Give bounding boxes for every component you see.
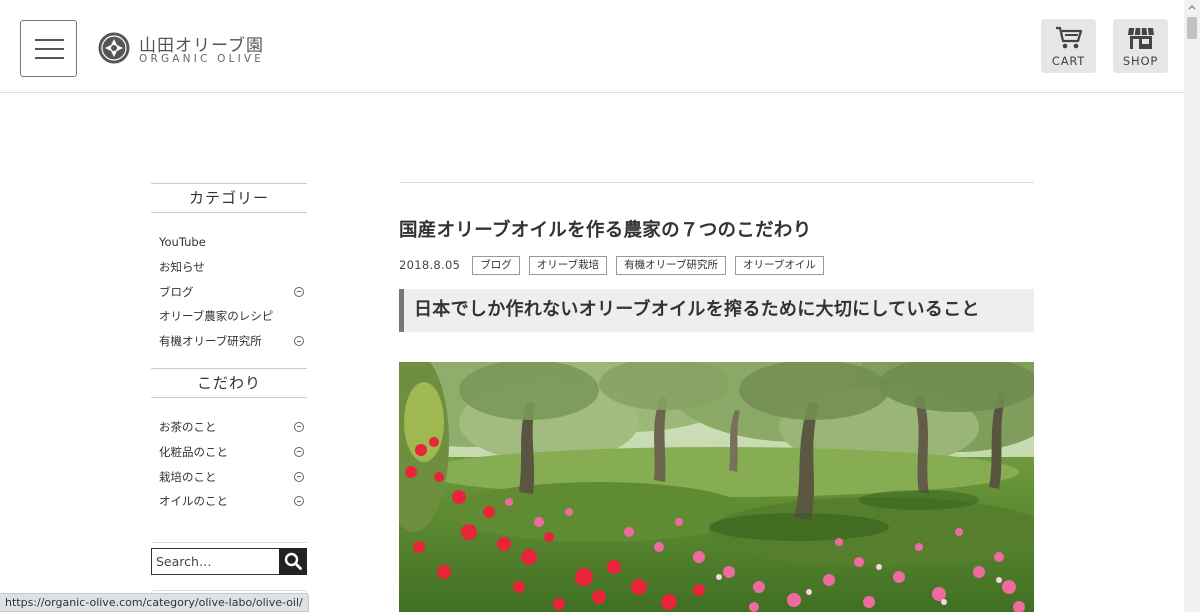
post-meta: 2018.8.05 ブログ オリーブ栽培 有機オリーブ研究所 オリーブオイル	[399, 255, 1034, 275]
browser-status-bar: https://organic-olive.com/category/olive…	[0, 593, 309, 612]
collapse-toggle-icon[interactable]	[294, 421, 304, 432]
menu-line-icon	[35, 39, 64, 41]
collapse-toggle-icon[interactable]	[294, 286, 304, 297]
search-icon	[284, 552, 302, 570]
kodawari-list: お茶のこと 化粧品のこと 栽培のこと オイルのこと	[151, 398, 307, 528]
sidebar-item-label: オイルのこと	[159, 494, 228, 509]
category-heading: カテゴリー	[151, 183, 307, 213]
scroll-up-arrow-icon[interactable]	[1184, 0, 1200, 16]
menu-line-icon	[35, 57, 64, 59]
post-title: 国産オリーブオイルを作る農家の７つのこだわり	[399, 220, 812, 241]
tag-link[interactable]: ブログ	[472, 255, 520, 275]
sidebar-item-label: ブログ	[159, 284, 194, 299]
post-subheading: 日本でしか作れないオリーブオイルを搾るために大切にしていること	[399, 289, 1034, 332]
shop-icon	[1128, 27, 1154, 49]
sidebar-item-label: 有機オリーブ研究所	[159, 334, 262, 349]
sidebar-item-label: オリーブ農家のレシピ	[159, 309, 274, 324]
collapse-toggle-icon[interactable]	[294, 446, 304, 457]
collapse-toggle-icon[interactable]	[294, 336, 304, 347]
sidebar-item-olive-labo[interactable]: 有機オリーブ研究所	[151, 329, 307, 354]
site-header: 山田オリーブ園 ORGANIC OLIVE CART SHOP	[0, 0, 1184, 93]
search-input[interactable]	[151, 548, 280, 575]
shop-label: SHOP	[1122, 54, 1159, 68]
cart-button[interactable]: CART	[1041, 19, 1096, 73]
sidebar-item-label: お知らせ	[159, 259, 205, 274]
sidebar-item-oil[interactable]: オイルのこと	[151, 489, 307, 514]
sidebar-item-youtube[interactable]: YouTube	[151, 230, 307, 255]
cart-label: CART	[1051, 54, 1086, 68]
kodawari-heading: こだわり	[151, 367, 307, 398]
sidebar-item-tea[interactable]: お茶のこと	[151, 415, 307, 440]
sidebar: カテゴリー YouTube お知らせ ブログ オリーブ農家のレシピ 有機オリーブ…	[151, 183, 307, 544]
sidebar-item-label: お茶のこと	[159, 419, 217, 434]
sidebar-item-cultivation[interactable]: 栽培のこと	[151, 465, 307, 490]
logo-english-name: ORGANIC OLIVE	[139, 53, 265, 65]
sidebar-item-news[interactable]: お知らせ	[151, 255, 307, 280]
search-button[interactable]	[279, 548, 307, 575]
sidebar-item-label: 化粧品のこと	[159, 444, 228, 459]
post-date: 2018.8.05	[399, 258, 461, 272]
cart-icon	[1056, 26, 1083, 49]
category-list: YouTube お知らせ ブログ オリーブ農家のレシピ 有機オリーブ研究所	[151, 213, 307, 368]
scroll-thumb[interactable]	[1187, 17, 1197, 39]
search-form	[151, 548, 307, 575]
content-divider	[399, 182, 1034, 183]
sidebar-item-recipes[interactable]: オリーブ農家のレシピ	[151, 304, 307, 329]
sidebar-item-blog[interactable]: ブログ	[151, 280, 307, 305]
tag-link[interactable]: オリーブオイル	[734, 255, 824, 275]
sidebar-item-label: 栽培のこと	[159, 469, 217, 484]
main-content: 国産オリーブオイルを作る農家の７つのこだわり 2018.8.05 ブログ オリー…	[399, 182, 1034, 612]
shop-button[interactable]: SHOP	[1113, 19, 1168, 73]
collapse-toggle-icon[interactable]	[294, 496, 304, 507]
sidebar-item-cosmetics[interactable]: 化粧品のこと	[151, 440, 307, 465]
olive-crest-icon	[98, 32, 130, 64]
sidebar-divider	[151, 542, 307, 544]
tag-link[interactable]: オリーブ栽培	[528, 255, 608, 275]
tag-link[interactable]: 有機オリーブ研究所	[616, 255, 726, 275]
sidebar-item-label: YouTube	[159, 235, 206, 249]
olive-grove-photo	[399, 362, 1034, 612]
menu-line-icon	[35, 48, 64, 50]
page-scrollbar[interactable]	[1184, 0, 1200, 612]
collapse-toggle-icon[interactable]	[294, 471, 304, 482]
hamburger-menu-button[interactable]	[20, 20, 77, 77]
